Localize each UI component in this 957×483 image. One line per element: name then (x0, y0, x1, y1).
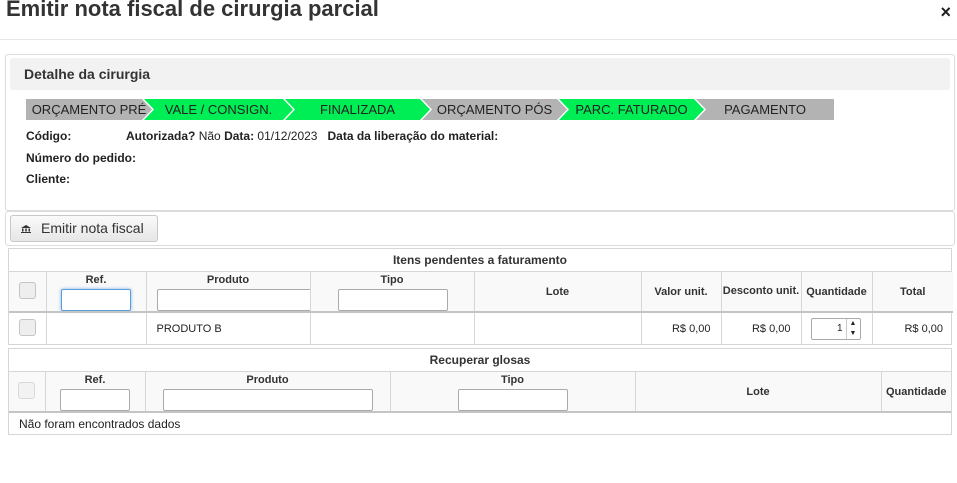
glosas-title: Recuperar glosas (9, 349, 951, 372)
row-quantidade-cell: 1 ▲ ▼ (801, 312, 873, 344)
title-divider (0, 39, 957, 40)
col-ref: Ref. (46, 272, 147, 313)
select-all-cell (9, 272, 47, 313)
glosas-col-lote: Lote (635, 372, 882, 413)
liberacao-label: Data da liberação do material: (327, 129, 499, 143)
row-desconto-unit: R$ 0,00 (721, 312, 802, 344)
glosas-col-tipo: Tipo (390, 372, 636, 413)
info-row-2: Número do pedido: (26, 151, 136, 165)
data-value: 01/12/2023 (257, 129, 318, 143)
row-checkbox[interactable] (18, 318, 36, 336)
row-lote (474, 312, 642, 344)
row-tipo (310, 312, 475, 344)
glosas-select-all-checkbox[interactable] (18, 381, 36, 399)
glosas-section: Recuperar glosas Ref. Produto Tipo Lote … (8, 348, 952, 435)
glosas-col-ref-label: Ref. (84, 374, 106, 386)
decrement-icon[interactable]: ▼ (847, 329, 860, 339)
row-select-cell (9, 312, 47, 344)
quantity-value[interactable]: 1 (812, 319, 846, 339)
step-vale-consign: VALE / CONSIGN. (144, 99, 293, 120)
table-row: PRODUTO B R$ 0,00 R$ 0,00 1 ▲ ▼ R$ 0,00 (9, 312, 953, 344)
autorizada-label: Autorizada? (126, 129, 196, 143)
step-parc-faturado: PARC. FATURADO (559, 99, 704, 120)
pedido-label: Número do pedido: (26, 151, 136, 165)
col-total: Total (872, 272, 953, 313)
col-ref-label: Ref. (85, 274, 107, 286)
glosas-col-produto-label: Produto (246, 374, 289, 386)
ref-filter-input[interactable] (60, 289, 131, 311)
col-produto: Produto (146, 272, 313, 313)
col-valor-unit: Valor unit. (641, 272, 722, 313)
info-row-3: Cliente: (26, 172, 70, 186)
select-all-checkbox[interactable] (18, 281, 36, 299)
autorizada-value: Não (198, 129, 221, 143)
tipo-filter-input[interactable] (337, 289, 448, 311)
emit-invoice-button[interactable]: Emitir nota fiscal (10, 215, 158, 242)
col-tipo-label: Tipo (380, 274, 404, 286)
glosas-col-produto: Produto (145, 372, 391, 413)
cliente-label: Cliente: (26, 172, 71, 186)
panel-header: Detalhe da cirurgia (10, 58, 950, 90)
pending-items-table: Ref. Produto Tipo Lote Valor unit. Desco… (9, 272, 953, 344)
empty-message: Não foram encontrados dados (19, 416, 181, 431)
quantity-stepper[interactable]: 1 ▲ ▼ (810, 317, 861, 340)
step-orcamento-pre: ORÇAMENTO PRÉ (26, 99, 152, 120)
glosas-ref-filter-input[interactable] (59, 389, 130, 411)
glosas-select-all-cell (9, 372, 46, 413)
produto-filter-input[interactable] (156, 289, 313, 311)
glosas-col-tipo-label: Tipo (500, 374, 524, 386)
action-bar: Emitir nota fiscal (5, 211, 955, 246)
col-quantidade: Quantidade (801, 272, 873, 313)
row-ref (46, 312, 147, 344)
step-finalizada: FINALIZADA (285, 99, 430, 120)
step-orcamento-pos: ORÇAMENTO PÓS (422, 99, 567, 120)
step-pagamento: PAGAMENTO (696, 99, 834, 120)
row-total: R$ 0,00 (904, 322, 943, 335)
glosas-header-row: Ref. Produto Tipo Lote Quantidade (9, 372, 951, 413)
emit-invoice-label: Emitir nota fiscal (41, 220, 144, 236)
glosas-col-quantidade: Quantidade (881, 372, 951, 413)
glosas-tipo-filter-input[interactable] (457, 389, 568, 411)
data-label: Data: (224, 129, 255, 143)
status-steps: ORÇAMENTO PRÉ VALE / CONSIGN. FINALIZADA… (26, 99, 834, 120)
row-valor-unit: R$ 0,00 (641, 312, 722, 344)
row-produto: PRODUTO B (146, 312, 311, 344)
pending-header-row: Ref. Produto Tipo Lote Valor unit. Desco… (9, 272, 953, 313)
col-desconto-unit: Desconto unit. (721, 272, 802, 313)
col-produto-label: Produto (206, 274, 250, 286)
col-tipo: Tipo (310, 272, 475, 313)
bank-icon (21, 225, 31, 233)
modal-title: Emitir nota fiscal de cirurgia parcial (6, 0, 379, 21)
glosas-col-ref: Ref. (45, 372, 146, 413)
increment-icon[interactable]: ▲ (847, 319, 860, 329)
glosas-produto-filter-input[interactable] (162, 389, 373, 411)
surgery-detail-panel: Detalhe da cirurgia ORÇAMENTO PRÉ VALE /… (5, 54, 955, 211)
close-icon[interactable]: × (940, 2, 951, 23)
pending-items-title: Itens pendentes a faturamento (9, 249, 951, 272)
pending-items-section: Itens pendentes a faturamento Ref. Produ… (8, 248, 953, 345)
glosas-table: Ref. Produto Tipo Lote Quantidade Não fo… (9, 372, 951, 434)
col-lote: Lote (474, 272, 642, 313)
codigo-label: Código: (26, 129, 72, 143)
info-row-1: Código: Autorizada? Não Data: 01/12/2023… (26, 129, 498, 143)
glosas-empty-row: Não foram encontrados dados (9, 412, 951, 434)
